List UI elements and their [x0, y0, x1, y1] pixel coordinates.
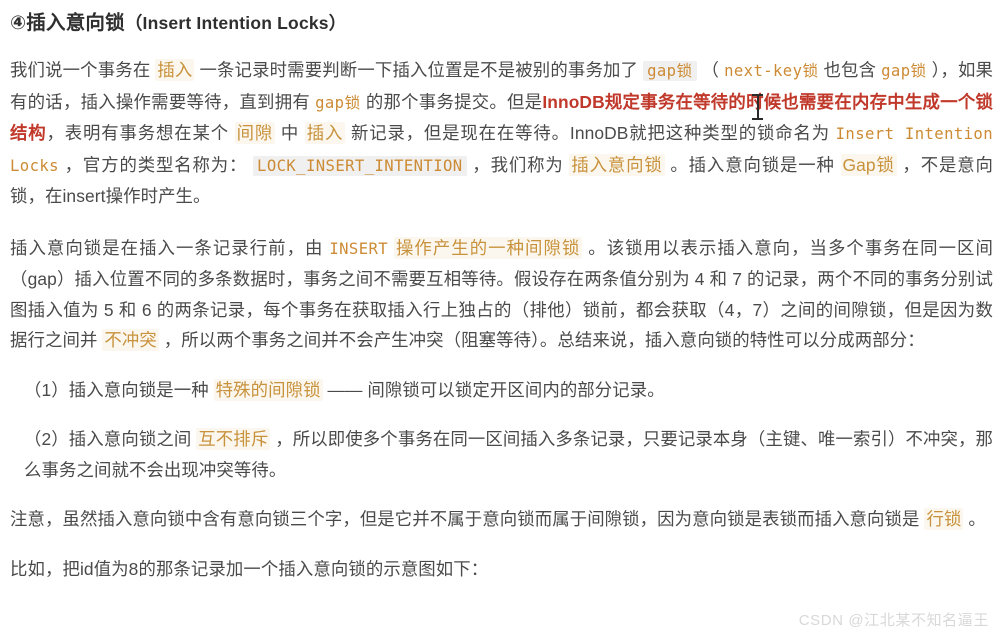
highlighted-term: 插入意向锁 — [569, 153, 665, 176]
highlighted-term: Gap锁 — [840, 153, 897, 176]
csdn-watermark: CSDN @江北某不知名逼王 — [798, 612, 989, 629]
heading-title-en: （Insert Intention Locks） — [124, 13, 347, 33]
highlighted-term: 插入 — [155, 59, 195, 81]
code-token: gap锁 — [315, 93, 361, 112]
code-token: INSERT — [329, 239, 389, 258]
highlighted-term: 间隙 — [234, 122, 276, 144]
paragraph-intro: 我们说一个事务在 插入 一条记录时需要判断一下插入位置是不是被别的事务加了 ga… — [10, 59, 994, 206]
heading-marker: ④ — [10, 13, 27, 34]
paragraph-feature-1: （1）插入意向锁是一种 特殊的间隙锁 —— 间隙锁可以锁定开区间内的部分记录。 — [24, 378, 665, 401]
code-token: next-key锁 — [724, 62, 819, 80]
paragraph-example-lead: 比如，把id值为8的那条记录加一个插入意向锁的示意图如下： — [10, 558, 489, 579]
highlighted-term: 互不排斥 — [196, 428, 271, 450]
code-token: gap锁 — [643, 61, 697, 81]
paragraph-definition: 插入意向锁是在插入一条记录行前，由 INSERT 操作产生的一种间隙锁 。该锁用… — [10, 236, 993, 351]
heading-title-cn: 插入意向锁 — [26, 12, 125, 34]
highlighted-term: 操作产生的一种间隙锁 — [393, 236, 583, 259]
highlighted-term: 行锁 — [924, 508, 964, 530]
paragraph-note: 注意，虽然插入意向锁中含有意向锁三个字，但是它并不属于意向锁而属于间隙锁，因为意… — [10, 508, 986, 530]
highlighted-term: 插入 — [304, 122, 346, 144]
document-page: ④插入意向锁（Insert Intention Locks） 我们说一个事务在 … — [0, 0, 1001, 638]
code-token: gap锁 — [881, 62, 927, 80]
paragraph-feature-2: （2）插入意向锁之间 互不排斥 ，所以即使多个事务在同一区间插入多条记录，只要记… — [24, 428, 993, 480]
highlighted-term: 特殊的间隙锁 — [213, 378, 323, 401]
page-title: ④插入意向锁（Insert Intention Locks） — [0, 0, 1001, 39]
code-token: LOCK_INSERT_INTENTION — [253, 155, 467, 176]
highlighted-term: 不冲突 — [102, 329, 159, 351]
